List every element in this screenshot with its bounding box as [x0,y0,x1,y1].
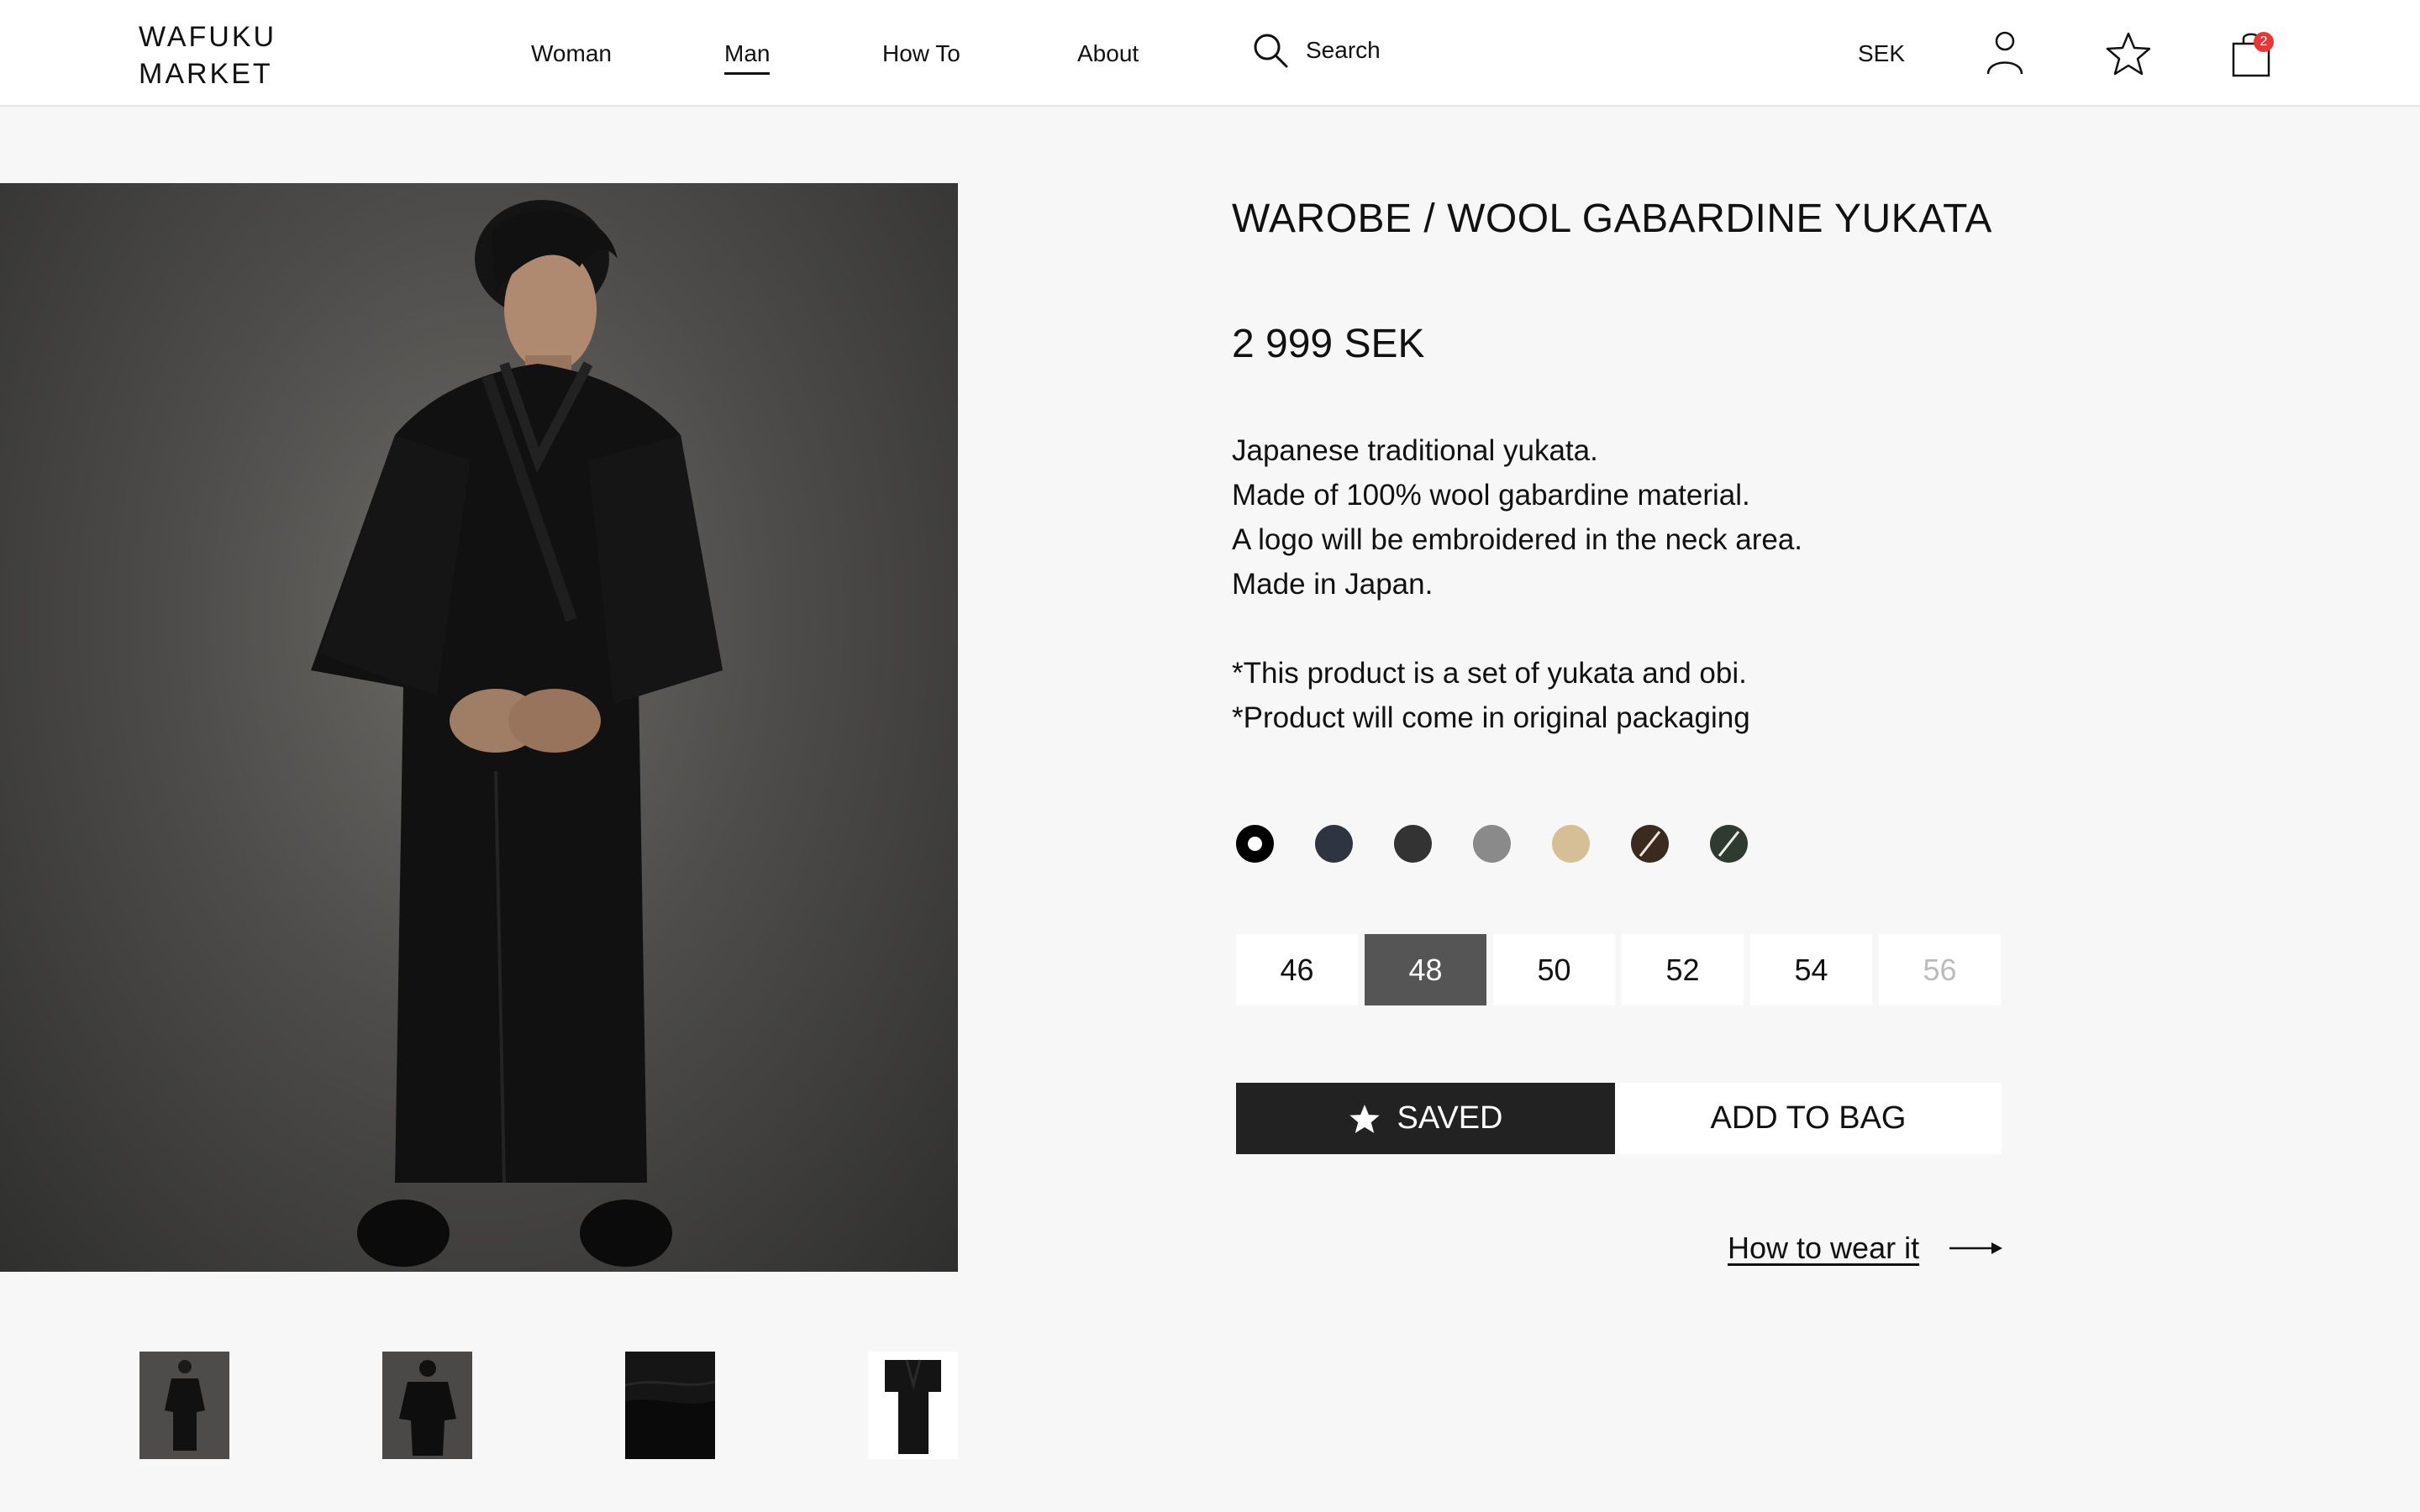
cart-count-badge: 2 [2254,32,2274,52]
unavailable-slash-icon [1639,831,1661,857]
add-to-bag-button[interactable]: ADD TO BAG [1615,1083,2002,1154]
thumbnail-flat-image [885,1359,941,1454]
star-icon [2106,32,2151,76]
arrow-right-icon [1949,1242,2003,1254]
saved-label: SAVED [1397,1100,1503,1136]
nav-how-to[interactable]: How To [882,37,960,71]
description-line: A logo will be embroidered in the neck a… [1232,523,1803,556]
search-label: Search [1306,37,1381,63]
nav-man[interactable]: Man [724,37,771,75]
model-photo [311,200,723,1267]
thumbnail-front[interactable] [139,1352,229,1459]
star-filled-icon [1349,1104,1381,1133]
thumbnail-back-image [399,1360,456,1456]
color-swatch-charcoal[interactable] [1394,825,1432,863]
size-option-48[interactable]: 48 [1365,934,1486,1005]
product-title: WAROBE / WOOL GABARDINE YUKATA [1232,197,1992,241]
thumbnail-front-image [165,1360,205,1451]
size-option-54[interactable]: 54 [1750,934,1872,1005]
wishlist-button[interactable] [2105,31,2152,81]
how-to-wear-link[interactable]: How to wear it [1728,1231,2003,1266]
color-swatch-beige[interactable] [1552,825,1590,863]
user-icon [1986,31,2023,75]
color-swatches [1236,825,1748,863]
search-button[interactable]: Search [1252,32,1381,69]
color-swatch-navy[interactable] [1315,825,1353,863]
site-logo[interactable]: WAFUKU MARKET [139,18,276,92]
site-header: WAFUKU MARKET Woman Man How To About Sea… [0,0,2420,107]
thumbnail-flat[interactable] [868,1352,958,1459]
size-option-50[interactable]: 50 [1493,934,1615,1005]
cart-button[interactable]: 2 [2232,30,2274,81]
thumbnail-fabric-image [625,1380,715,1459]
color-swatch-black[interactable] [1236,825,1274,863]
currency-selector[interactable]: SEK [1858,37,1905,71]
nav-woman[interactable]: Woman [531,37,612,71]
search-icon [1254,34,1288,68]
description-line: Japanese traditional yukata. [1232,434,1598,467]
description-line: Made in Japan. [1232,568,1434,601]
logo-line-1: WAFUKU [139,21,277,53]
thumbnail-back[interactable] [382,1352,472,1459]
unavailable-slash-icon [1718,831,1740,857]
product-main-image[interactable] [0,183,958,1272]
description-note: *This product is a set of yukata and obi… [1232,657,1747,690]
size-option-52[interactable]: 52 [1622,934,1744,1005]
color-swatch-green-unavailable[interactable] [1710,825,1748,863]
thumbnail-fabric[interactable] [625,1352,715,1459]
nav-about[interactable]: About [1077,37,1139,71]
size-option-56[interactable]: 56 [1879,934,2001,1005]
how-to-wear-label: How to wear it [1728,1231,1920,1265]
logo-line-2: MARKET [139,58,273,90]
saved-button[interactable]: SAVED [1236,1083,1615,1154]
account-button[interactable] [1986,30,2023,80]
product-description: Japanese traditional yukata. Made of 100… [1232,428,1802,740]
size-option-46[interactable]: 46 [1236,934,1358,1005]
color-swatch-grey[interactable] [1473,825,1511,863]
product-price: 2 999 SEK [1232,322,1425,366]
description-note: *Product will come in original packaging [1232,701,1750,734]
description-line: Made of 100% wool gabardine material. [1232,479,1750,512]
color-swatch-brown-unavailable[interactable] [1631,825,1669,863]
size-selector: 46 48 50 52 54 56 [1236,934,2001,1005]
